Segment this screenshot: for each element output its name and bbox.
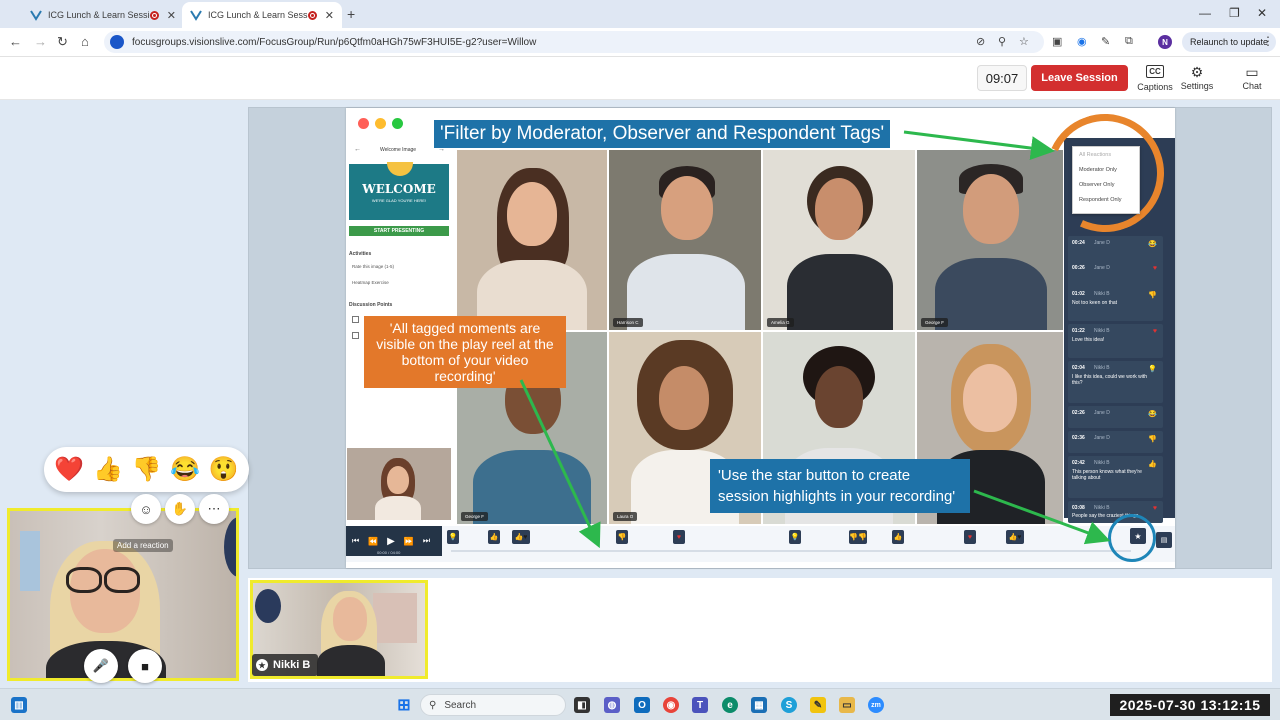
participant-name: Nikki B bbox=[273, 659, 311, 671]
taskbar-search[interactable]: ⚲ Search bbox=[420, 694, 566, 716]
smiley-plus-icon: ☺ bbox=[139, 501, 153, 517]
visionslive-favicon-icon bbox=[30, 9, 42, 21]
thumbs-up-reaction-button[interactable]: 👍 bbox=[93, 457, 123, 482]
ellipsis-icon: ⋯ bbox=[207, 501, 221, 516]
gear-icon: ⚙ bbox=[1190, 64, 1204, 80]
more-options-button[interactable]: ⋯ bbox=[199, 494, 229, 524]
pen-icon[interactable]: ✎ bbox=[1101, 35, 1110, 48]
captions-icon: CC bbox=[1146, 65, 1164, 78]
url-bar[interactable]: focusgroups.visionslive.com/FocusGroup/R… bbox=[104, 31, 1044, 53]
minimize-icon[interactable]: — bbox=[1199, 6, 1211, 20]
thumbs-down-reaction-button[interactable]: 👎 bbox=[132, 457, 162, 482]
browser-tab[interactable]: ICG Lunch & Learn Session ✕ bbox=[22, 2, 184, 28]
hand-raise-button[interactable]: ✋ bbox=[165, 494, 195, 524]
edge-icon[interactable]: e bbox=[722, 697, 738, 713]
new-tab-icon[interactable]: + bbox=[347, 6, 355, 22]
hand-cursor-icon: ✋ bbox=[171, 501, 189, 516]
captions-button[interactable]: CC Captions bbox=[1135, 63, 1175, 92]
visionslive-favicon-icon bbox=[190, 9, 202, 21]
heart-reaction-button[interactable]: ❤️ bbox=[54, 457, 84, 482]
profile-avatar[interactable]: N bbox=[1158, 35, 1172, 49]
widgets-icon[interactable]: ▥ bbox=[11, 697, 27, 713]
close-window-icon[interactable]: ✕ bbox=[1257, 6, 1267, 20]
site-info-icon[interactable] bbox=[110, 35, 124, 49]
camera-button[interactable]: ■ bbox=[128, 649, 162, 683]
date-time-overlay: 2025-07-30 13:12:15 bbox=[1110, 694, 1270, 716]
back-icon[interactable]: ← bbox=[9, 34, 22, 49]
teams-chat-icon[interactable]: ◍ bbox=[604, 697, 620, 713]
teams-icon[interactable]: T bbox=[692, 697, 708, 713]
task-view-icon[interactable]: ◧ bbox=[574, 697, 590, 713]
browser-tab-active[interactable]: ICG Lunch & Learn Session ✕ bbox=[182, 2, 342, 28]
chat-icon: ▭ bbox=[1245, 64, 1259, 80]
video-camera-icon: ■ bbox=[141, 658, 149, 674]
settings-label: Settings bbox=[1180, 81, 1214, 91]
puzzle-icon[interactable]: ⧉ bbox=[1125, 35, 1133, 48]
chat-button[interactable]: ▭ Chat bbox=[1232, 63, 1272, 91]
tab-title: ICG Lunch & Learn Session bbox=[48, 10, 150, 20]
reload-icon[interactable]: ↻ bbox=[57, 34, 68, 50]
session-timer: 09:07 bbox=[977, 65, 1027, 91]
wall-poster bbox=[20, 531, 40, 591]
extension-circle-icon[interactable]: ◉ bbox=[1077, 35, 1087, 48]
extension-icon[interactable]: ▣ bbox=[1052, 35, 1062, 48]
recording-icon bbox=[307, 10, 317, 20]
store-icon[interactable]: ▦ bbox=[751, 697, 767, 713]
self-video-tile bbox=[7, 508, 239, 681]
add-reaction-button[interactable]: ☺ bbox=[131, 494, 161, 524]
close-tab-icon[interactable]: ✕ bbox=[325, 9, 334, 22]
camera-blocked-icon[interactable]: ⊘ bbox=[976, 35, 985, 48]
shared-slide: ← Welcome Image → WELCOME WE'RE GLAD YOU… bbox=[346, 97, 1181, 568]
moderator-star-icon: ★ bbox=[256, 659, 268, 671]
session-header: 09:07 Leave Session CC Captions ⚙ Settin… bbox=[0, 57, 1280, 100]
microphone-icon: 🎤 bbox=[92, 658, 110, 673]
microphone-button[interactable]: 🎤 bbox=[84, 649, 118, 683]
windows-taskbar: ▥ ⊞ ⚲ Search ◧ ◍ O ◉ T e ▦ S ✎ ▭ zm bbox=[0, 688, 1280, 720]
forward-icon[interactable]: → bbox=[34, 34, 47, 49]
close-tab-icon[interactable]: ✕ bbox=[167, 9, 176, 22]
reaction-picker: ❤️ 👍 👎 😂 😲 bbox=[44, 447, 249, 492]
add-reaction-tooltip: Add a reaction bbox=[113, 539, 173, 552]
zoom-icon[interactable]: ⚲ bbox=[998, 35, 1006, 48]
chrome-icon[interactable]: ◉ bbox=[663, 697, 679, 713]
browser-tab-strip: ICG Lunch & Learn Session ✕ ICG Lunch & … bbox=[0, 0, 1280, 28]
search-label: Search bbox=[444, 699, 477, 711]
browser-menu-icon[interactable]: ⋮ bbox=[1262, 34, 1274, 48]
zoom-app-icon[interactable]: zm bbox=[868, 697, 884, 713]
file-explorer-icon[interactable]: ▭ bbox=[839, 697, 855, 713]
glasses bbox=[66, 567, 102, 593]
glasses bbox=[104, 567, 140, 593]
chat-label: Chat bbox=[1242, 81, 1262, 91]
tab-title: ICG Lunch & Learn Session bbox=[208, 10, 308, 20]
bookmark-star-icon[interactable]: ☆ bbox=[1019, 35, 1029, 48]
sticky-notes-icon[interactable]: ✎ bbox=[810, 697, 826, 713]
recording-icon bbox=[149, 10, 159, 20]
outlook-icon[interactable]: O bbox=[634, 697, 650, 713]
annotation-arrows bbox=[519, 130, 1111, 549]
laugh-reaction-button[interactable]: 😂 bbox=[170, 457, 200, 482]
participant-name-tag: ★ Nikki B bbox=[252, 654, 319, 676]
url-text: focusgroups.visionslive.com/FocusGroup/R… bbox=[132, 36, 537, 48]
leave-session-button[interactable]: Leave Session bbox=[1031, 65, 1128, 91]
captions-label: Captions bbox=[1137, 82, 1173, 92]
address-bar-row: ← → ↻ ⌂ focusgroups.visionslive.com/Focu… bbox=[0, 28, 1280, 57]
surprised-reaction-button[interactable]: 😲 bbox=[209, 457, 239, 482]
home-icon[interactable]: ⌂ bbox=[81, 34, 89, 49]
search-icon: ⚲ bbox=[429, 699, 437, 711]
restore-icon[interactable]: ❐ bbox=[1229, 6, 1240, 20]
settings-button[interactable]: ⚙ Settings bbox=[1177, 63, 1217, 91]
skype-icon[interactable]: S bbox=[781, 697, 797, 713]
windows-start-icon[interactable]: ⊞ bbox=[396, 697, 412, 714]
